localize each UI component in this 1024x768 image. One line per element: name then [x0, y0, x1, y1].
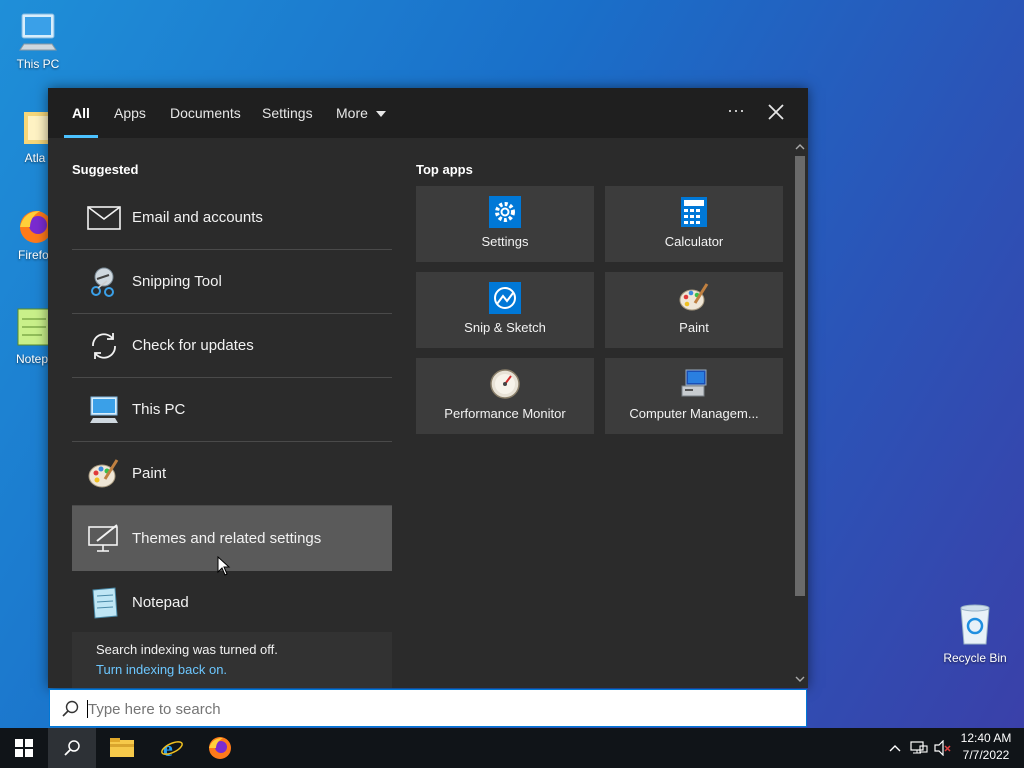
tab-more[interactable]: More	[336, 88, 386, 138]
top-app-performance-monitor[interactable]: Performance Monitor	[416, 358, 594, 434]
notepad-icon	[92, 586, 118, 619]
top-app-settings[interactable]: Settings	[416, 186, 594, 262]
gear-icon	[489, 196, 521, 228]
chevron-down-icon	[375, 111, 386, 118]
tile-label: Calculator	[664, 234, 724, 249]
indexing-notice-text: Search indexing was turned off.	[96, 642, 278, 657]
desktop-icon-label: Recycle Bin	[943, 651, 1007, 665]
snip-sketch-icon	[489, 282, 521, 314]
list-item[interactable]: Check for updates	[72, 314, 392, 378]
tab-settings[interactable]: Settings	[262, 88, 313, 138]
desktop-icon-this-pc[interactable]: This PC	[3, 10, 73, 71]
computer-management-icon	[681, 369, 707, 397]
desktop-icon-notepad[interactable]: Notepa	[0, 305, 55, 366]
refresh-icon	[92, 332, 116, 359]
search-input[interactable]	[86, 696, 790, 722]
top-apps-heading: Top apps	[416, 162, 473, 177]
search-icon	[64, 740, 80, 756]
taskbar-firefox[interactable]	[196, 728, 244, 768]
list-item-label: This PC	[132, 401, 186, 418]
show-hidden-icons-button[interactable]	[884, 728, 906, 768]
desktop-icon-label: This PC	[16, 57, 60, 71]
close-icon[interactable]	[764, 100, 788, 124]
scrollbar-thumb[interactable]	[795, 156, 805, 596]
tab-all[interactable]: All	[64, 88, 98, 138]
tile-label: Performance Monitor	[444, 406, 566, 421]
taskbar-search-button[interactable]	[48, 728, 96, 768]
more-options-icon[interactable]: ···	[724, 100, 748, 124]
windows-logo-icon	[15, 739, 33, 757]
this-pc-icon	[19, 13, 57, 51]
scroll-down-arrow-icon[interactable]	[795, 674, 805, 684]
mouse-cursor-icon	[217, 556, 231, 576]
text-cursor	[87, 700, 88, 718]
performance-monitor-icon	[490, 369, 520, 399]
taskbar-internet-explorer[interactable]: e	[148, 728, 196, 768]
tab-documents[interactable]: Documents	[170, 88, 241, 138]
search-tabs-bar: All Apps Documents Settings More ···	[48, 88, 808, 138]
desktop-icon-atla[interactable]: Atla	[0, 108, 58, 165]
taskbar-clock[interactable]: 12:40 AM 7/7/2022	[952, 730, 1020, 764]
list-item-selected[interactable]: Themes and related settings	[72, 506, 392, 571]
top-app-calculator[interactable]: Calculator	[605, 186, 783, 262]
list-item[interactable]: Notepad	[72, 571, 392, 634]
desktop-icon-firefox[interactable]: Firefo	[0, 205, 52, 262]
list-item-label: Check for updates	[132, 337, 254, 354]
start-button[interactable]	[0, 728, 48, 768]
indexing-notice: Search indexing was turned off. Turn ind…	[72, 632, 392, 688]
calculator-icon	[681, 197, 707, 227]
list-item[interactable]: This PC	[72, 378, 392, 442]
scroll-up-arrow-icon[interactable]	[795, 142, 805, 152]
list-item-label: Email and accounts	[132, 209, 263, 226]
taskbar-file-explorer[interactable]	[98, 728, 146, 768]
mail-icon	[87, 205, 121, 230]
volume-button[interactable]	[932, 728, 954, 768]
paint-icon	[679, 283, 709, 311]
list-item[interactable]: Paint	[72, 442, 392, 506]
network-icon	[910, 741, 928, 754]
snipping-tool-icon	[91, 267, 114, 297]
network-button[interactable]	[906, 728, 932, 768]
suggested-heading: Suggested	[72, 162, 139, 177]
recycle-bin-icon	[960, 604, 990, 645]
firefox-icon	[209, 737, 231, 759]
list-item[interactable]: Email and accounts	[72, 186, 392, 250]
search-icon	[62, 700, 79, 717]
themes-icon	[88, 524, 118, 552]
list-item[interactable]: Snipping Tool	[72, 250, 392, 314]
results-scrollbar[interactable]	[792, 138, 808, 688]
paint-icon	[88, 458, 119, 487]
turn-indexing-on-link[interactable]: Turn indexing back on.	[96, 662, 227, 677]
desktop-icon-label: Notepa	[16, 352, 55, 366]
tile-label: Paint	[679, 320, 709, 335]
tile-label: Computer Managem...	[629, 406, 759, 421]
folder-icon	[110, 738, 134, 757]
tile-label: Settings	[481, 234, 529, 249]
search-panel: All Apps Documents Settings More ··· Sug…	[48, 88, 808, 688]
top-app-computer-management[interactable]: Computer Managem...	[605, 358, 783, 434]
desktop-icon-recycle-bin[interactable]: Recycle Bin	[940, 602, 1010, 665]
clock-time: 12:40 AM	[960, 731, 1012, 745]
list-item-label: Notepad	[132, 594, 189, 611]
list-item-label: Paint	[132, 465, 167, 482]
tile-label: Snip & Sketch	[464, 320, 546, 335]
chevron-up-icon	[889, 745, 901, 752]
tab-apps[interactable]: Apps	[114, 88, 146, 138]
desktop-icon-label: Firefo	[18, 248, 49, 262]
list-item-label: Themes and related settings	[132, 529, 322, 547]
top-app-snip-sketch[interactable]: Snip & Sketch	[416, 272, 594, 348]
taskbar: e 12:40 AM 7/7/2022	[0, 728, 1024, 768]
this-pc-icon	[90, 396, 118, 423]
clock-date: 7/7/2022	[962, 748, 1010, 762]
internet-explorer-icon: e	[161, 736, 183, 760]
suggested-list: Email and accounts Snipping Tool Check f…	[72, 186, 392, 634]
volume-muted-icon	[934, 740, 951, 756]
taskbar-search-box[interactable]	[49, 689, 807, 727]
desktop-icon-label: Atla	[24, 151, 46, 165]
list-item-label: Snipping Tool	[132, 273, 222, 290]
top-app-paint[interactable]: Paint	[605, 272, 783, 348]
